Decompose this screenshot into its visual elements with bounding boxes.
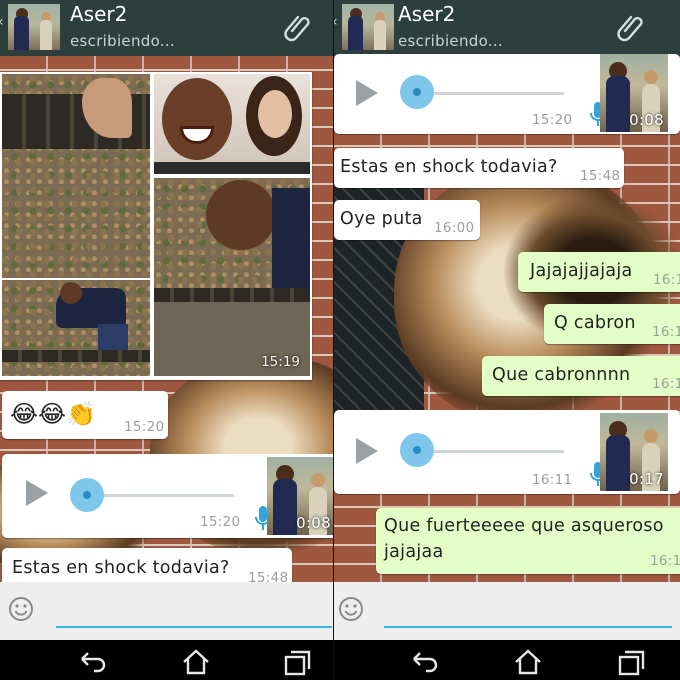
message-time: 15:20 [200, 514, 241, 530]
photo-collage-message[interactable]: 15:19 [0, 72, 312, 380]
message-time: 15:19 [261, 354, 300, 370]
voice-message[interactable]: 15:20 0:08 [334, 54, 680, 134]
voice-sender-avatar: 0:08 [600, 54, 668, 132]
emoji-text: 😂😂👏 [10, 400, 96, 428]
avatar[interactable] [8, 4, 60, 50]
chat-header: ‹ Aser2 escribiendo... [0, 0, 333, 56]
smiley-icon[interactable] [8, 596, 34, 622]
message-time: 15:48 [580, 168, 621, 184]
voice-duration: 0:17 [629, 470, 664, 488]
message-text: Oye puta [340, 209, 423, 229]
avatar[interactable] [342, 4, 394, 50]
recent-apps-icon[interactable] [616, 648, 648, 676]
text-message-sent[interactable]: Q cabron 16:1 [544, 304, 680, 344]
message-text-line: Que fuerteeeee que asqueroso [384, 516, 664, 536]
message-text: Estas en shock todavia? [340, 157, 558, 177]
chat-screen-left: ‹ Aser2 escribiendo... [0, 0, 333, 680]
chat-header: ‹ Aser2 escribiendo... [334, 0, 680, 56]
message-time: 16:11 [532, 472, 573, 488]
smiley-icon[interactable] [338, 596, 364, 622]
contact-name[interactable]: Aser2 [398, 2, 455, 26]
contact-status: escribiendo... [70, 32, 175, 50]
input-underline [56, 626, 332, 628]
emoji-message[interactable]: 😂😂👏 15:20 [2, 391, 168, 439]
text-message[interactable]: Estas en shock todavia? 15:48 [334, 148, 624, 188]
voice-duration: 0:08 [629, 111, 664, 129]
back-chevron-icon[interactable]: ‹ [0, 14, 8, 30]
contact-status: escribiendo... [398, 32, 503, 50]
message-input-bar [334, 582, 680, 640]
recent-apps-icon[interactable] [282, 648, 314, 676]
voice-seek-knob[interactable] [70, 478, 104, 512]
message-time: 16:00 [434, 220, 475, 236]
photo-thumbnail[interactable] [2, 74, 150, 278]
voice-sender-avatar: 0:17 [600, 413, 668, 491]
message-input[interactable] [56, 592, 326, 626]
voice-seek-knob[interactable] [400, 75, 434, 109]
message-time: 16:1 [652, 324, 680, 340]
message-time: 15:20 [532, 112, 573, 128]
home-icon[interactable] [180, 648, 212, 676]
message-input-bar [0, 582, 333, 640]
photo-thumbnail[interactable] [154, 178, 310, 376]
text-message-sent[interactable]: Que fuerteeeee que asqueroso jajajaa 16:… [376, 508, 680, 574]
back-arrow-icon[interactable] [408, 648, 440, 676]
system-nav-bar [334, 640, 680, 680]
back-arrow-icon[interactable] [76, 648, 108, 676]
photo-thumbnail[interactable] [2, 280, 150, 376]
contact-name[interactable]: Aser2 [70, 2, 127, 26]
text-message-sent[interactable]: Que cabronnnn 16:1 [482, 356, 680, 396]
message-text-line: jajajaa [384, 542, 444, 562]
voice-message[interactable]: 16:11 0:17 [334, 410, 680, 494]
play-icon[interactable] [26, 480, 48, 506]
text-message-sent[interactable]: Jajajajjajaja 16:1 [518, 252, 680, 292]
voice-duration: 0:08 [296, 514, 331, 532]
message-time: 16:1 [653, 272, 680, 288]
chat-screen-right: ‹ Aser2 escribiendo... 15:20 0:08 Estas … [334, 0, 680, 680]
voice-seek-knob[interactable] [400, 433, 434, 467]
message-text: Jajajajjajaja [530, 261, 633, 281]
message-text: Q cabron [554, 313, 636, 333]
voice-sender-avatar: 0:08 [267, 457, 333, 535]
message-time: 16:1 [650, 553, 680, 569]
message-text: Estas en shock todavia? [12, 558, 230, 578]
text-message[interactable]: Oye puta 16:00 [334, 200, 480, 240]
message-input[interactable] [386, 592, 670, 626]
system-nav-bar [0, 640, 333, 680]
message-text: Que cabronnnn [492, 365, 631, 385]
play-icon[interactable] [356, 438, 378, 464]
home-icon[interactable] [512, 648, 544, 676]
message-time: 16:1 [652, 376, 680, 392]
message-time: 15:20 [124, 419, 165, 435]
paperclip-icon[interactable] [283, 12, 313, 42]
paperclip-icon[interactable] [616, 12, 646, 42]
photo-thumbnail[interactable] [154, 74, 310, 174]
voice-message[interactable]: 15:20 0:08 [2, 454, 333, 538]
input-underline [384, 626, 672, 628]
play-icon[interactable] [356, 80, 378, 106]
back-chevron-icon[interactable]: ‹ [334, 14, 342, 30]
